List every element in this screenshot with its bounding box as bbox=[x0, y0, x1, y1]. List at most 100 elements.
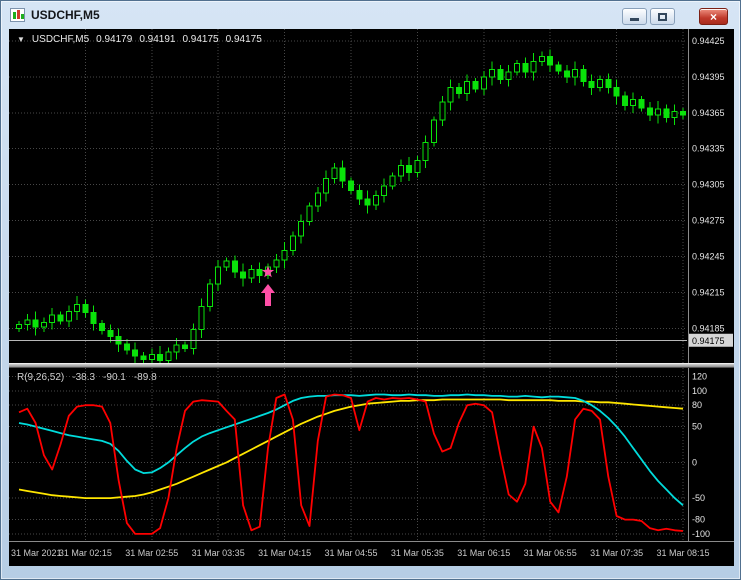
candle bbox=[348, 177, 354, 195]
candle bbox=[505, 64, 512, 87]
indicator-axis-label: 0 bbox=[692, 457, 697, 467]
candle bbox=[90, 305, 97, 331]
candle bbox=[563, 64, 570, 83]
indicator-axis-label: -80 bbox=[692, 515, 705, 525]
chart-high-value: 0.94191 bbox=[139, 34, 176, 45]
window-title: USDCHF,M5 bbox=[31, 8, 100, 22]
candle bbox=[49, 307, 56, 330]
candle bbox=[372, 190, 379, 210]
candle bbox=[57, 311, 64, 325]
candle bbox=[256, 262, 263, 283]
candle bbox=[514, 60, 520, 76]
candle bbox=[273, 254, 280, 274]
price-axis-label: 0.94215 bbox=[692, 287, 725, 297]
candle bbox=[522, 57, 529, 79]
candle bbox=[16, 321, 22, 332]
bid-price-label: 0.94175 bbox=[692, 336, 725, 346]
price-axis-label: 0.94185 bbox=[692, 323, 725, 333]
price-chart-canvas[interactable]: 0.94425 0.94395 0.94365 0.94335 0.94305 0.942… bbox=[9, 29, 734, 363]
candle bbox=[65, 305, 72, 328]
candle bbox=[40, 317, 47, 332]
chart-ohlc-header: ▼ USDCHF,M5 0.94179 0.94191 0.94175 0.94… bbox=[17, 34, 262, 45]
candle bbox=[472, 78, 479, 93]
candle bbox=[240, 263, 247, 287]
candle bbox=[638, 96, 645, 112]
candle bbox=[289, 231, 296, 256]
candle bbox=[223, 257, 230, 271]
indicator-axis-label: -100 bbox=[692, 529, 710, 539]
indicator-value-3: -89.8 bbox=[133, 372, 157, 383]
candle bbox=[165, 347, 172, 363]
chart-symbol-period: USDCHF,M5 bbox=[31, 34, 90, 45]
close-button[interactable]: × bbox=[699, 8, 728, 25]
chart-low-value: 0.94175 bbox=[182, 34, 219, 45]
candle bbox=[572, 61, 579, 86]
indicator-value-1: -38.3 bbox=[72, 372, 96, 383]
chart-window-icon bbox=[10, 8, 25, 22]
price-chart-panel[interactable]: 0.94425 0.94395 0.94365 0.94335 0.94305 0.942… bbox=[9, 29, 734, 363]
time-axis-label: 31 Mar 04:15 bbox=[258, 548, 312, 558]
candle bbox=[298, 214, 305, 244]
candle bbox=[655, 100, 662, 124]
price-axis-label: 0.94335 bbox=[692, 144, 725, 154]
candle bbox=[447, 79, 454, 111]
candle bbox=[323, 170, 330, 202]
indicator-panel[interactable]: 120 100 80 50 0 -50 -80 -100 R(9,26,52) -38.3 -… bbox=[9, 368, 734, 541]
symbol-dropdown-icon[interactable]: ▼ bbox=[17, 35, 25, 44]
candle bbox=[530, 52, 537, 81]
time-axis-label: 31 Mar 05:35 bbox=[390, 548, 444, 558]
time-axis-label: 31 Mar 2021 bbox=[11, 548, 62, 558]
candle bbox=[597, 75, 603, 92]
time-axis-label: 31 Mar 03:35 bbox=[191, 548, 245, 558]
candle bbox=[248, 264, 255, 283]
candle bbox=[356, 184, 363, 205]
indicator-axis-label: 100 bbox=[692, 386, 707, 396]
window-controls: × bbox=[619, 8, 728, 25]
indicator-value-2: -90.1 bbox=[103, 372, 126, 383]
candle bbox=[331, 163, 338, 184]
candle bbox=[621, 91, 628, 111]
candle bbox=[364, 190, 371, 214]
candle bbox=[82, 299, 89, 318]
indicator-name: R(9,26,52) bbox=[17, 372, 65, 383]
candle bbox=[439, 96, 446, 126]
time-axis-label: 31 Mar 06:55 bbox=[523, 548, 577, 558]
candle bbox=[538, 51, 545, 67]
candle bbox=[414, 155, 421, 178]
minimize-icon bbox=[630, 18, 639, 21]
candle bbox=[32, 311, 39, 336]
time-axis-label: 31 Mar 07:35 bbox=[590, 548, 644, 558]
candle bbox=[406, 157, 413, 182]
candle bbox=[547, 49, 554, 73]
indicator-canvas[interactable]: 120 100 80 50 0 -50 -80 -100 bbox=[9, 368, 734, 541]
price-axis-label: 0.94395 bbox=[692, 72, 725, 82]
indicator-axis-label: 50 bbox=[692, 422, 702, 432]
candle bbox=[157, 346, 164, 363]
candle bbox=[306, 202, 313, 226]
candle bbox=[389, 172, 396, 190]
price-axis-label: 0.94245 bbox=[692, 251, 725, 261]
candle bbox=[680, 108, 686, 119]
minimize-button[interactable] bbox=[622, 8, 647, 25]
candle bbox=[132, 342, 139, 363]
price-axis-label: 0.94425 bbox=[692, 36, 725, 46]
candle bbox=[613, 79, 620, 105]
candle bbox=[464, 74, 471, 101]
maximize-button[interactable] bbox=[650, 8, 675, 25]
candle bbox=[663, 104, 670, 123]
candle bbox=[630, 92, 637, 113]
time-axis-label: 31 Mar 02:55 bbox=[125, 548, 179, 558]
price-axis-label: 0.94365 bbox=[692, 108, 725, 118]
candle bbox=[198, 298, 205, 338]
indicator-axis-label: 120 bbox=[692, 372, 707, 382]
candle bbox=[480, 70, 487, 95]
candle bbox=[206, 279, 213, 312]
candle bbox=[580, 64, 587, 87]
candle bbox=[497, 64, 504, 85]
candle bbox=[123, 339, 130, 355]
candle bbox=[215, 260, 222, 292]
time-axis[interactable]: 31 Mar 2021 31 Mar 02:15 31 Mar 02:55 31 Ma… bbox=[9, 541, 734, 566]
candle bbox=[182, 341, 188, 353]
candle bbox=[148, 348, 155, 363]
window-titlebar[interactable]: USDCHF,M5 × bbox=[1, 1, 740, 29]
